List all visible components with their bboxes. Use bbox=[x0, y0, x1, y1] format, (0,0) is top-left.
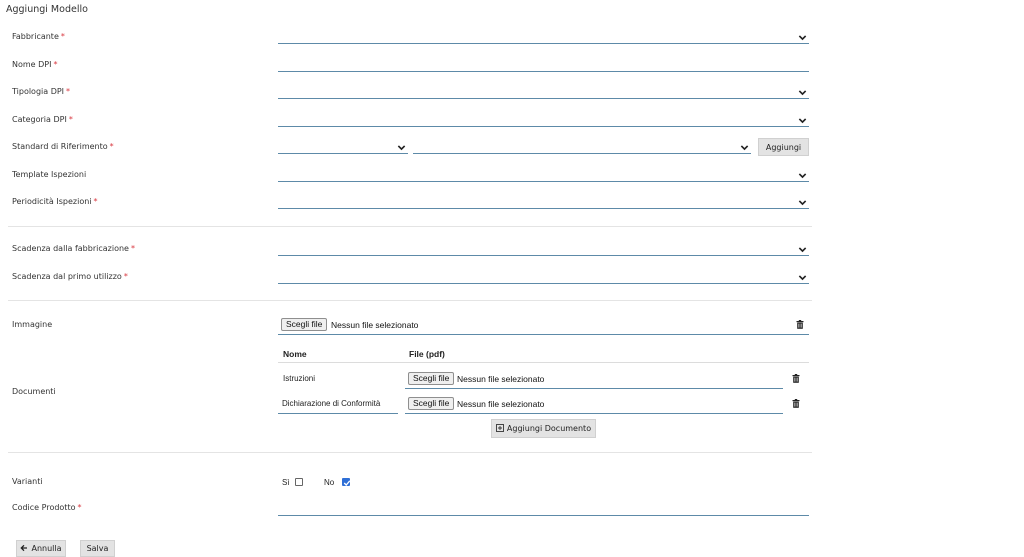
chevron-down-icon bbox=[740, 143, 749, 152]
immagine-underline bbox=[278, 334, 809, 335]
divider bbox=[8, 226, 812, 227]
immagine-file-status: Nessun file selezionato bbox=[331, 320, 419, 330]
aggiungi-documento-label: Aggiungi Documento bbox=[506, 424, 592, 433]
annulla-button[interactable]: Annulla bbox=[16, 540, 66, 557]
label-scadenza-utilizzo: Scadenza dal primo utilizzo * bbox=[12, 272, 128, 281]
standard-select-1[interactable] bbox=[278, 142, 408, 154]
document-name-underline bbox=[278, 413, 398, 414]
trash-icon[interactable] bbox=[796, 320, 804, 329]
document-row-name: Istruzioni bbox=[283, 374, 316, 383]
arrow-left-icon bbox=[20, 544, 28, 554]
standard-select-2[interactable] bbox=[413, 142, 751, 154]
chevron-down-icon bbox=[397, 143, 406, 152]
chevron-down-icon bbox=[798, 116, 807, 125]
chevron-down-icon bbox=[798, 273, 807, 282]
label-categoria-dpi: Categoria DPI * bbox=[12, 115, 73, 124]
fabbricante-select[interactable] bbox=[278, 32, 809, 44]
document-file-button[interactable]: Scegli file bbox=[408, 397, 455, 410]
label-scadenza-fabbricazione: Scadenza dalla fabbricazione * bbox=[12, 244, 135, 253]
documents-header-nome: Nome bbox=[283, 349, 307, 359]
document-file-underline bbox=[405, 413, 783, 414]
label-standard: Standard di Riferimento * bbox=[12, 142, 114, 151]
scadenza-utilizzo-select[interactable] bbox=[278, 272, 809, 284]
nome-dpi-input[interactable] bbox=[278, 60, 809, 72]
label-codice-prodotto: Codice Prodotto * bbox=[12, 503, 82, 512]
chevron-down-icon bbox=[798, 33, 807, 42]
chevron-down-icon bbox=[798, 88, 807, 97]
document-row-name: Dichiarazione di Conformità bbox=[282, 399, 381, 408]
document-file-status: Nessun file selezionato bbox=[457, 374, 545, 384]
varianti-no-label: No bbox=[324, 478, 335, 487]
trash-icon[interactable] bbox=[792, 399, 800, 408]
divider bbox=[8, 452, 812, 453]
trash-icon[interactable] bbox=[792, 374, 800, 383]
aggiungi-documento-button[interactable]: Aggiungi Documento bbox=[491, 419, 596, 438]
label-template: Template Ispezioni bbox=[12, 170, 87, 179]
document-file-underline bbox=[405, 388, 783, 389]
scadenza-fabbricazione-select[interactable] bbox=[278, 244, 809, 256]
label-tipologia-dpi: Tipologia DPI * bbox=[12, 87, 71, 96]
documents-header-divider bbox=[278, 362, 809, 363]
annulla-label: Annulla bbox=[31, 544, 62, 553]
document-file-button[interactable]: Scegli file bbox=[408, 372, 455, 385]
chevron-down-icon bbox=[798, 171, 807, 180]
chevron-down-icon bbox=[798, 245, 807, 254]
salva-button[interactable]: Salva bbox=[80, 540, 115, 557]
chevron-down-icon bbox=[798, 198, 807, 207]
immagine-file-button[interactable]: Scegli file bbox=[281, 318, 328, 331]
template-select[interactable] bbox=[278, 170, 809, 182]
varianti-no-checkbox[interactable] bbox=[342, 478, 351, 486]
categoria-dpi-select[interactable] bbox=[278, 115, 809, 127]
label-varianti: Varianti bbox=[12, 477, 43, 486]
varianti-si-checkbox[interactable] bbox=[295, 478, 303, 486]
label-periodicita: Periodicità Ispezioni * bbox=[12, 197, 98, 206]
divider bbox=[8, 300, 812, 301]
page-title: Aggiungi Modello bbox=[6, 4, 88, 15]
label-nome-dpi: Nome DPI * bbox=[12, 60, 58, 69]
document-file-status: Nessun file selezionato bbox=[457, 399, 545, 409]
label-immagine: Immagine bbox=[12, 320, 53, 329]
aggiungi-standard-button[interactable]: Aggiungi bbox=[758, 138, 809, 156]
tipologia-dpi-select[interactable] bbox=[278, 87, 809, 99]
periodicita-select[interactable] bbox=[278, 197, 809, 209]
varianti-si-label: Sì bbox=[282, 478, 290, 487]
label-documenti: Documenti bbox=[12, 387, 56, 396]
documents-header-file: File (pdf) bbox=[409, 349, 445, 359]
plus-square-icon bbox=[495, 423, 504, 434]
label-fabbricante: Fabbricante * bbox=[12, 32, 65, 41]
codice-prodotto-input[interactable] bbox=[278, 504, 809, 516]
